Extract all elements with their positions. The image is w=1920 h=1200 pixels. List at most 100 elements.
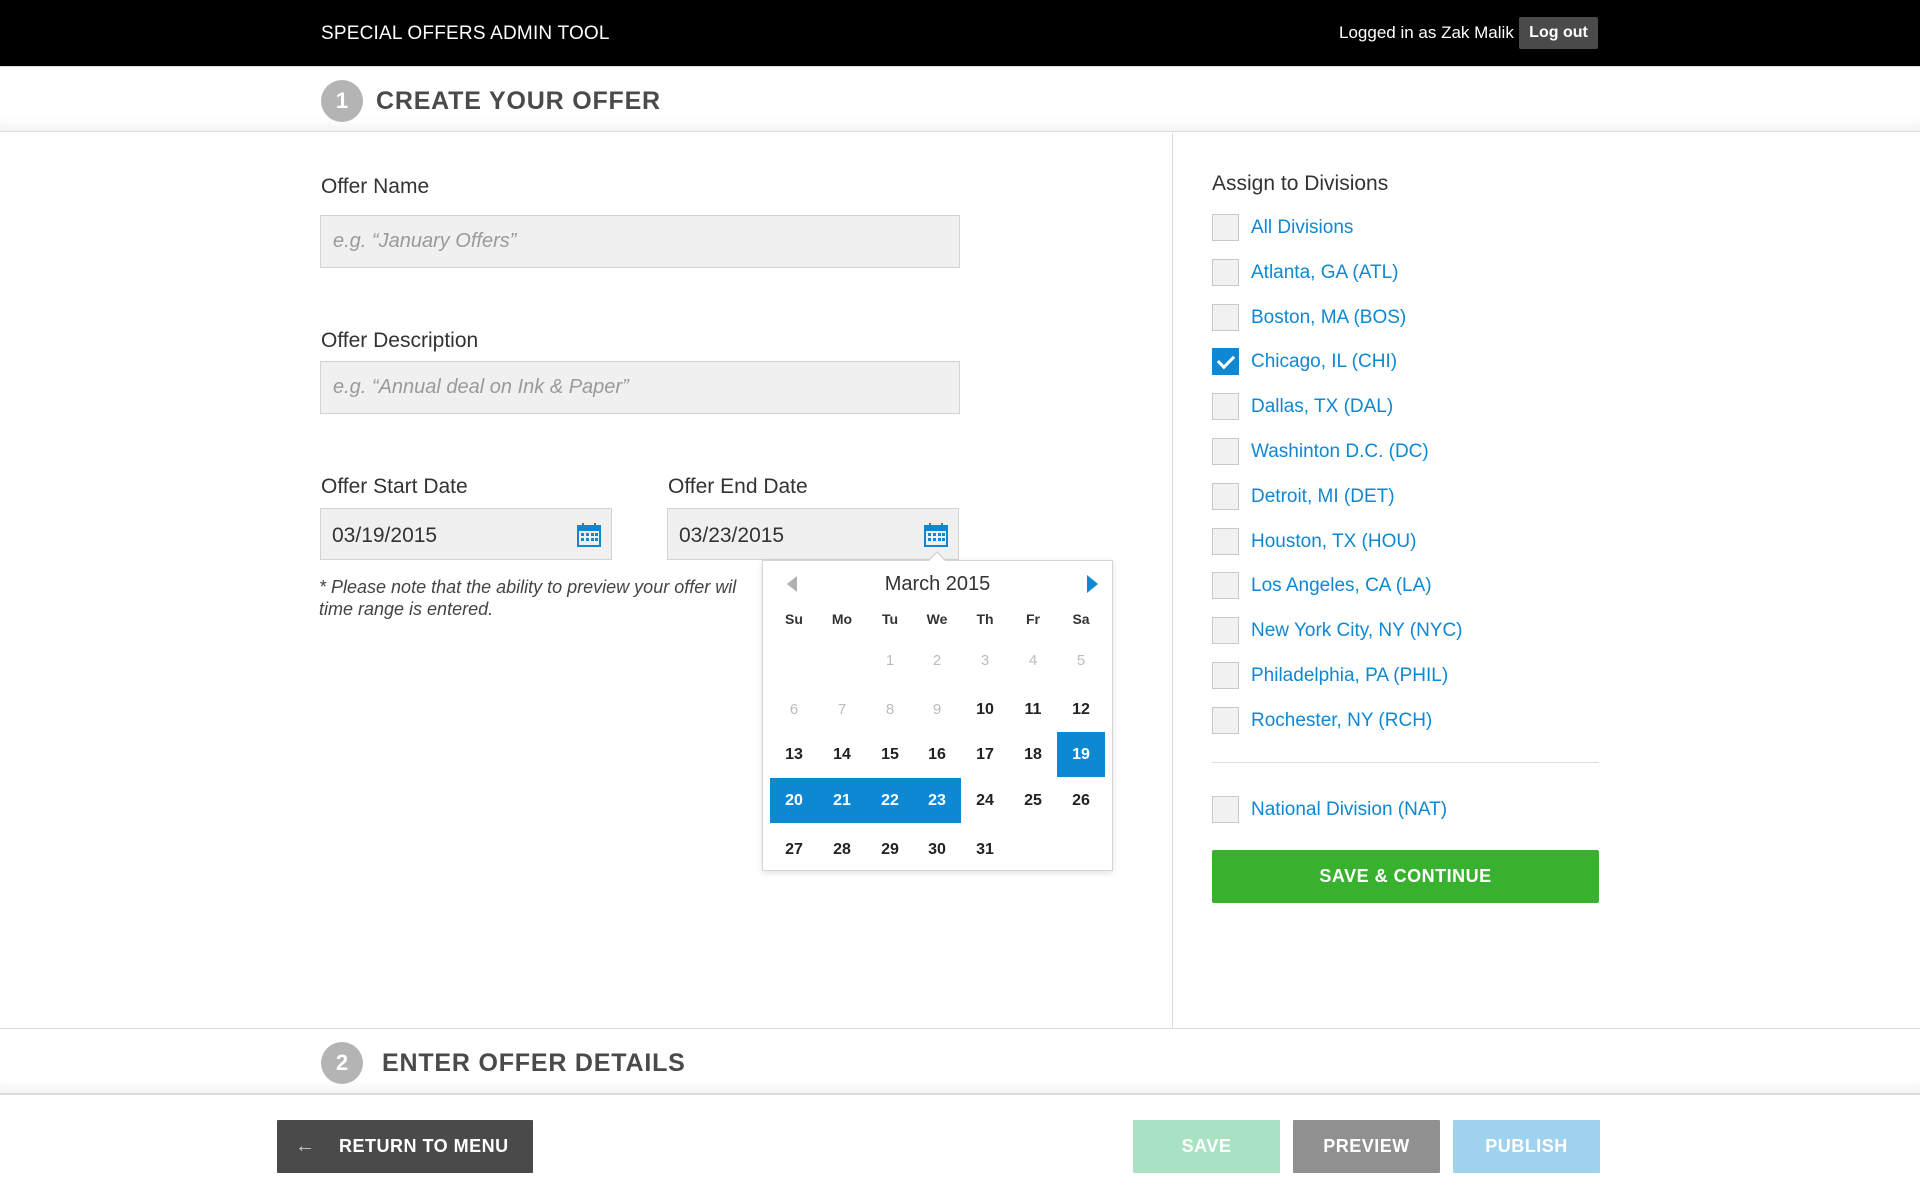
calendar-day-selected[interactable]: 21 <box>818 778 866 823</box>
division-label[interactable]: All Divisions <box>1251 217 1353 239</box>
preview-note-line-1: * Please note that the ability to previe… <box>319 577 737 597</box>
calendar-day[interactable]: 24 <box>961 778 1009 823</box>
division-label[interactable]: Philadelphia, PA (PHIL) <box>1251 665 1448 687</box>
division-checkbox[interactable] <box>1212 482 1239 510</box>
publish-button[interactable]: PUBLISH <box>1453 1120 1600 1173</box>
logged-in-user: Logged in as Zak Malik <box>1339 23 1514 42</box>
offer-description-label: Offer Description <box>321 329 479 352</box>
date-picker: March 2015 Su Mo Tu We Th Fr Sa 1 2 3 4 5 6 7 8 9 10 11 12… <box>762 560 1113 871</box>
calendar-day-selected[interactable]: 22 <box>866 778 914 823</box>
calendar-day-selected[interactable]: 19 <box>1057 732 1105 777</box>
preview-button[interactable]: PREVIEW <box>1293 1120 1440 1173</box>
division-label[interactable]: New York City, NY (NYC) <box>1251 620 1463 642</box>
division-label[interactable]: Boston, MA (BOS) <box>1251 307 1406 329</box>
division-label[interactable]: Atlanta, GA (ATL) <box>1251 262 1398 284</box>
preview-note: * Please note that the ability to previe… <box>319 576 779 620</box>
calendar-day[interactable]: 9 <box>913 687 961 732</box>
step-1-number: 1 <box>321 80 363 122</box>
arrow-left-icon: ← <box>295 1135 316 1157</box>
calendar-day[interactable]: 6 <box>770 687 818 732</box>
calendar-caret-inner <box>928 553 946 562</box>
logout-button[interactable]: Log out <box>1519 17 1598 49</box>
division-label[interactable]: Los Angeles, CA (LA) <box>1251 575 1432 597</box>
division-label[interactable]: National Division (NAT) <box>1251 799 1447 821</box>
end-date-value: 03/23/2015 <box>679 524 785 547</box>
start-date-label: Offer Start Date <box>321 475 468 498</box>
division-label[interactable]: Washinton D.C. (DC) <box>1251 441 1429 463</box>
step-1-title: CREATE YOUR OFFER <box>376 87 661 115</box>
save-continue-button[interactable]: SAVE & CONTINUE <box>1212 850 1599 903</box>
division-label[interactable]: Rochester, NY (RCH) <box>1251 710 1432 732</box>
calendar-day[interactable]: 31 <box>961 827 1009 872</box>
calendar-day[interactable]: 13 <box>770 732 818 777</box>
weekday-label: Su <box>785 611 803 627</box>
weekday-label: Tu <box>881 611 899 627</box>
division-label[interactable]: Houston, TX (HOU) <box>1251 531 1416 553</box>
division-checkbox[interactable] <box>1212 303 1239 331</box>
step-1-header: 1 CREATE YOUR OFFER <box>0 66 1920 132</box>
calendar-day[interactable]: 7 <box>818 687 866 732</box>
division-checkbox-checked[interactable] <box>1212 348 1239 376</box>
calendar-day[interactable]: 1 <box>866 638 914 683</box>
start-date-value: 03/19/2015 <box>332 524 438 547</box>
division-checkbox[interactable] <box>1212 393 1239 421</box>
footer-bar: ← RETURN TO MENU SAVE PREVIEW PUBLISH <box>0 1094 1920 1200</box>
end-date-field[interactable]: 03/23/2015 <box>667 508 959 560</box>
step-2-number: 2 <box>321 1042 363 1084</box>
calendar-icon[interactable] <box>924 523 948 547</box>
return-to-menu-button[interactable]: ← RETURN TO MENU <box>277 1120 533 1173</box>
division-checkbox[interactable] <box>1212 214 1239 241</box>
division-checkbox[interactable] <box>1212 662 1239 689</box>
save-button[interactable]: SAVE <box>1133 1120 1280 1173</box>
calendar-day[interactable]: 16 <box>913 732 961 777</box>
app-title: SPECIAL OFFERS ADMIN TOOL <box>321 23 610 44</box>
calendar-day[interactable]: 12 <box>1057 687 1105 732</box>
calendar-day[interactable]: 4 <box>1009 638 1057 683</box>
column-divider <box>1172 133 1173 1028</box>
calendar-day[interactable]: 26 <box>1057 778 1105 823</box>
offer-description-input[interactable] <box>320 361 960 414</box>
calendar-day[interactable]: 30 <box>913 827 961 872</box>
division-checkbox[interactable] <box>1212 617 1239 645</box>
calendar-day[interactable]: 29 <box>866 827 914 872</box>
weekday-label: Mo <box>831 611 853 627</box>
next-month-icon[interactable] <box>1087 575 1098 593</box>
division-label[interactable]: Chicago, IL (CHI) <box>1251 351 1397 373</box>
calendar-day[interactable]: 11 <box>1009 687 1057 732</box>
weekday-label: Th <box>976 611 994 627</box>
weekday-label: Sa <box>1072 611 1090 627</box>
division-checkbox[interactable] <box>1212 796 1239 823</box>
calendar-icon[interactable] <box>577 523 601 547</box>
calendar-day[interactable]: 28 <box>818 827 866 872</box>
weekday-label: Fr <box>1026 611 1040 627</box>
calendar-day[interactable]: 5 <box>1057 638 1105 683</box>
calendar-day[interactable]: 25 <box>1009 778 1057 823</box>
end-date-label: Offer End Date <box>668 475 808 498</box>
calendar-day[interactable]: 15 <box>866 732 914 777</box>
step-2-title: ENTER OFFER DETAILS <box>382 1049 686 1077</box>
division-label[interactable]: Detroit, MI (DET) <box>1251 486 1395 508</box>
division-checkbox[interactable] <box>1212 706 1239 734</box>
calendar-day[interactable]: 2 <box>913 638 961 683</box>
calendar-day[interactable]: 3 <box>961 638 1009 683</box>
weekday-label: We <box>926 611 948 627</box>
division-checkbox[interactable] <box>1212 438 1239 465</box>
offer-name-input[interactable] <box>320 215 960 268</box>
calendar-day-selected[interactable]: 23 <box>913 778 961 823</box>
division-checkbox[interactable] <box>1212 258 1239 286</box>
start-date-field[interactable]: 03/19/2015 <box>320 508 612 560</box>
calendar-day[interactable]: 27 <box>770 827 818 872</box>
calendar-day[interactable]: 18 <box>1009 732 1057 777</box>
division-checkbox[interactable] <box>1212 527 1239 555</box>
calendar-day[interactable]: 17 <box>961 732 1009 777</box>
calendar-day[interactable]: 8 <box>866 687 914 732</box>
division-label[interactable]: Dallas, TX (DAL) <box>1251 396 1393 418</box>
division-checkbox[interactable] <box>1212 572 1239 600</box>
calendar-month: March 2015 <box>884 573 991 595</box>
calendar-day-selected[interactable]: 20 <box>770 778 818 823</box>
calendar-day[interactable]: 14 <box>818 732 866 777</box>
return-label: RETURN TO MENU <box>339 1136 509 1156</box>
step-2-header[interactable]: 2 ENTER OFFER DETAILS <box>0 1028 1920 1094</box>
divisions-divider <box>1212 762 1599 763</box>
calendar-day[interactable]: 10 <box>961 687 1009 732</box>
